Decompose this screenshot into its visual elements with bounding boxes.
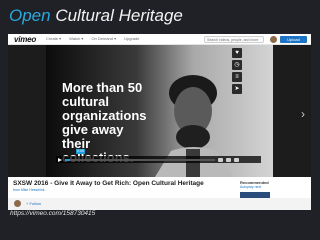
video-title: SXSW 2016 - Give It Away to Get Rich: Op… — [13, 180, 204, 187]
upload-button[interactable]: Upload — [280, 36, 307, 43]
vimeo-topbar: vimeo Create ▾ Watch ▾ On Demand ▾ Upgra… — [8, 34, 311, 45]
video-byline[interactable]: from Mike Hesselink — [13, 188, 45, 192]
slide-title: Open Cultural Heritage — [9, 6, 183, 26]
source-url[interactable]: https://vimeo.com/158730415 — [10, 210, 95, 217]
avatar[interactable] — [270, 36, 277, 43]
send-icon[interactable]: ➤ — [232, 84, 242, 94]
slide-title-rest: Cultural Heritage — [50, 6, 183, 25]
play-icon[interactable] — [58, 157, 62, 162]
browser-screenshot: vimeo Create ▾ Watch ▾ On Demand ▾ Upgra… — [8, 34, 311, 198]
progress-bar[interactable] — [65, 158, 215, 161]
follow-button[interactable]: + Follow — [26, 201, 41, 206]
nav-watch[interactable]: Watch ▾ — [69, 36, 83, 41]
main-nav: Create ▾ Watch ▾ On Demand ▾ Upgrade — [46, 36, 139, 41]
video-side-actions: ♥ ◷ ≡ ➤ — [232, 48, 242, 94]
nav-upgrade[interactable]: Upgrade — [124, 36, 139, 41]
layers-icon[interactable]: ≡ — [232, 72, 242, 82]
recommended-sub[interactable]: Autoplay next — [240, 185, 261, 189]
progress-fill — [65, 158, 70, 161]
player-controls — [56, 156, 261, 163]
nav-on-demand[interactable]: On Demand ▾ — [91, 36, 116, 41]
clock-icon[interactable]: ◷ — [232, 60, 242, 70]
video-overlay-text: More than 50 cultural organizations give… — [62, 80, 147, 165]
slide-title-accent: Open — [9, 6, 51, 25]
time-badge: 0:05 — [76, 149, 85, 154]
fullscreen-icon[interactable] — [234, 157, 239, 162]
owner-avatar[interactable] — [14, 200, 21, 207]
volume-icon[interactable] — [218, 157, 223, 162]
nav-create[interactable]: Create ▾ — [46, 36, 61, 41]
vimeo-logo[interactable]: vimeo — [14, 35, 36, 44]
settings-icon[interactable] — [226, 157, 231, 162]
search-input[interactable] — [204, 36, 264, 43]
owner-strip: + Follow — [8, 198, 311, 210]
heart-icon[interactable]: ♥ — [232, 48, 242, 58]
chevron-right-icon[interactable]: › — [301, 107, 305, 121]
